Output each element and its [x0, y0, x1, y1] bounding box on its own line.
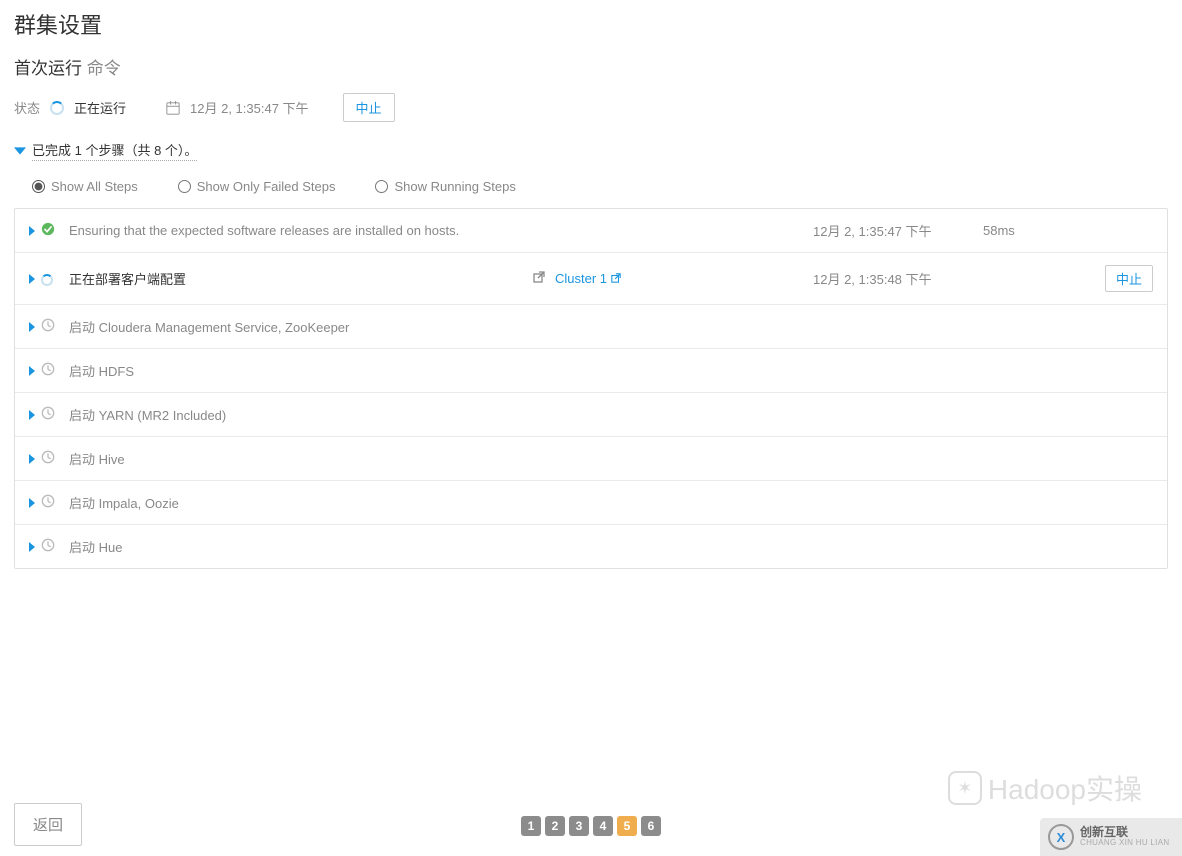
subtitle: 首次运行 命令 — [14, 54, 1168, 79]
step-duration: 58ms — [983, 223, 1093, 238]
filter-failed[interactable]: Show Only Failed Steps — [178, 179, 336, 194]
step-link[interactable]: Cluster 1 — [555, 271, 621, 286]
filter-running-radio[interactable] — [375, 180, 388, 193]
filter-all-radio[interactable] — [32, 180, 45, 193]
step-description: 启动 Hive — [69, 449, 533, 468]
page-4[interactable]: 4 — [593, 816, 613, 836]
chevron-right-icon — [29, 274, 35, 284]
page-1[interactable]: 1 — [521, 816, 541, 836]
abort-button[interactable]: 中止 — [343, 93, 395, 122]
pager: 123456 — [521, 816, 661, 836]
wechat-icon: ✶ — [948, 771, 982, 805]
chevron-right-icon — [29, 410, 35, 420]
filter-all[interactable]: Show All Steps — [32, 179, 138, 194]
step-description: 启动 Cloudera Management Service, ZooKeepe… — [69, 317, 533, 336]
step-filters: Show All Steps Show Only Failed Steps Sh… — [14, 179, 1168, 208]
chevron-right-icon — [29, 542, 35, 552]
step-status-icon — [41, 318, 55, 335]
step-status-icon — [41, 271, 53, 286]
step-row[interactable]: 正在部署客户端配置 Cluster 1 12月 2, 1:35:48 下午 中止 — [15, 253, 1167, 305]
chevron-right-icon — [29, 454, 35, 464]
chevron-right-icon — [29, 366, 35, 376]
page-3[interactable]: 3 — [569, 816, 589, 836]
step-timestamp: 12月 2, 1:35:48 下午 — [813, 269, 983, 288]
chevron-right-icon — [29, 226, 35, 236]
step-description: 启动 HDFS — [69, 361, 533, 380]
subtitle-prefix: 首次运行 — [14, 59, 82, 78]
page-title: 群集设置 — [14, 8, 1168, 40]
filter-running[interactable]: Show Running Steps — [375, 179, 515, 194]
steps-list: Ensuring that the expected software rele… — [14, 208, 1168, 569]
step-row[interactable]: 启动 YARN (MR2 Included) — [15, 393, 1167, 437]
calendar-icon — [166, 101, 180, 115]
external-link-icon — [533, 271, 545, 286]
step-description: Ensuring that the expected software rele… — [69, 223, 533, 238]
status-row: 状态 正在运行 12月 2, 1:35:47 下午 中止 — [14, 93, 1168, 122]
progress-toggle[interactable]: 已完成 1 个步骤（共 8 个）。 — [14, 140, 1168, 161]
subtitle-suffix: 命令 — [87, 59, 121, 78]
filter-all-label: Show All Steps — [51, 179, 138, 194]
chevron-down-icon — [14, 145, 26, 157]
brand-en: CHUANG XIN HU LIAN — [1080, 839, 1169, 848]
step-row[interactable]: 启动 HDFS — [15, 349, 1167, 393]
step-row[interactable]: 启动 Hive — [15, 437, 1167, 481]
step-description: 启动 YARN (MR2 Included) — [69, 405, 533, 424]
step-row[interactable]: Ensuring that the expected software rele… — [15, 209, 1167, 253]
status-state: 正在运行 — [74, 98, 126, 117]
step-abort-button[interactable]: 中止 — [1105, 265, 1153, 292]
step-status-icon — [41, 222, 55, 239]
step-timestamp: 12月 2, 1:35:47 下午 — [813, 221, 983, 240]
filter-failed-radio[interactable] — [178, 180, 191, 193]
step-status-icon — [41, 538, 55, 555]
page-2[interactable]: 2 — [545, 816, 565, 836]
status-label: 状态 — [14, 98, 40, 117]
filter-failed-label: Show Only Failed Steps — [197, 179, 336, 194]
page-6[interactable]: 6 — [641, 816, 661, 836]
watermark-text: Hadoop实操 — [988, 768, 1142, 808]
step-link-col: Cluster 1 — [533, 271, 813, 286]
step-row[interactable]: 启动 Impala, Oozie — [15, 481, 1167, 525]
spinner-icon — [50, 101, 64, 115]
chevron-right-icon — [29, 498, 35, 508]
step-status-icon — [41, 494, 55, 511]
status-timestamp: 12月 2, 1:35:47 下午 — [190, 98, 309, 117]
step-row[interactable]: 启动 Cloudera Management Service, ZooKeepe… — [15, 305, 1167, 349]
chevron-right-icon — [29, 322, 35, 332]
filter-running-label: Show Running Steps — [394, 179, 515, 194]
page-5[interactable]: 5 — [617, 816, 637, 836]
step-status-icon — [41, 362, 55, 379]
step-status-icon — [41, 450, 55, 467]
step-description: 启动 Impala, Oozie — [69, 493, 533, 512]
step-row[interactable]: 启动 Hue — [15, 525, 1167, 568]
brand-icon: X — [1048, 824, 1074, 850]
watermark-hadoop: ✶ Hadoop实操 — [948, 768, 1142, 808]
step-status-icon — [41, 406, 55, 423]
watermark-brand: X 创新互联 CHUANG XIN HU LIAN — [1040, 818, 1182, 856]
progress-text: 已完成 1 个步骤（共 8 个）。 — [32, 140, 197, 161]
step-description: 启动 Hue — [69, 537, 533, 556]
step-description: 正在部署客户端配置 — [69, 269, 533, 288]
back-button[interactable]: 返回 — [14, 803, 82, 846]
